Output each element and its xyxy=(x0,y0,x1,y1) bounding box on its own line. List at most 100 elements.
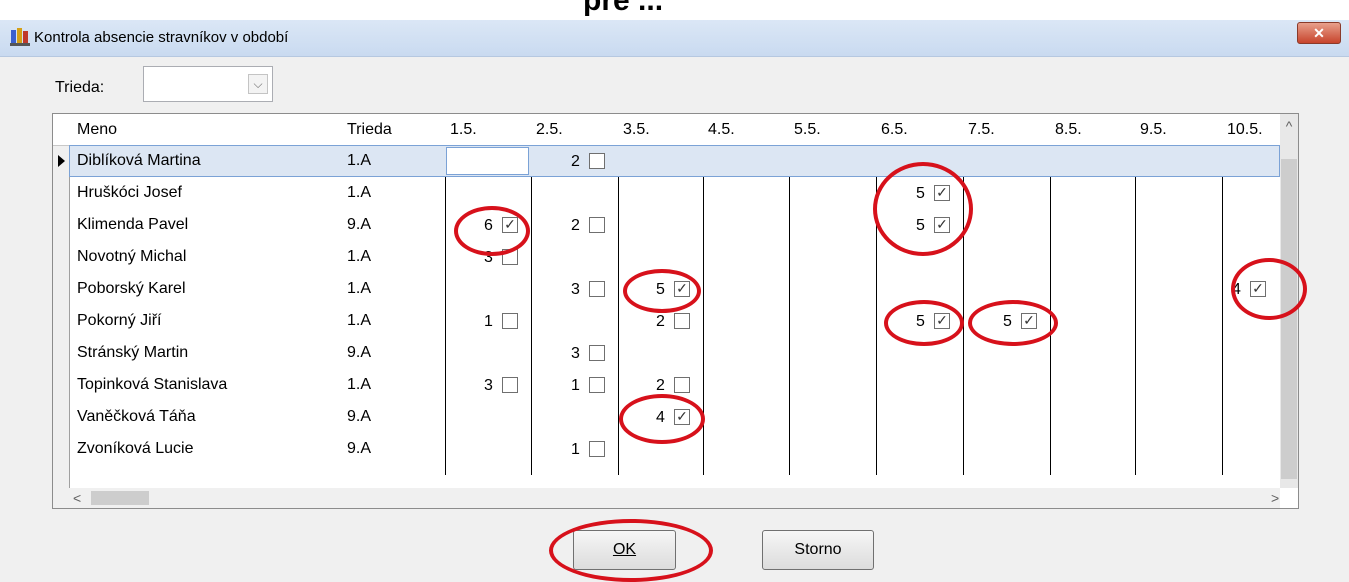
checkbox-unchecked[interactable] xyxy=(674,377,690,393)
table-row[interactable] xyxy=(69,145,1280,177)
cell-meno[interactable]: Hruškóci Josef xyxy=(73,177,182,209)
vertical-scrollbar[interactable]: ^ xyxy=(1280,114,1298,488)
absence-count: 3 xyxy=(571,345,580,362)
absence-grid[interactable]: ^ < > Meno Trieda 1.5. 2.5. 3.5. 4.5. 5.5. 6.5.… xyxy=(52,113,1299,509)
trieda-label: Trieda: xyxy=(55,79,105,96)
absence-count: 5 xyxy=(916,217,925,234)
checkbox-checked[interactable]: ✓ xyxy=(1021,313,1037,329)
window-title: Kontrola absencie stravníkov v období xyxy=(34,29,289,46)
cell-trieda[interactable]: 9.A xyxy=(343,209,371,241)
cell-trieda[interactable]: 1.A xyxy=(343,273,371,305)
column-header[interactable]: Meno xyxy=(73,114,343,145)
vertical-scroll-thumb[interactable] xyxy=(1281,159,1297,479)
checkbox-checked[interactable]: ✓ xyxy=(934,313,950,329)
checkbox-checked[interactable]: ✓ xyxy=(934,217,950,233)
cropped-heading: pre ... xyxy=(0,0,1349,20)
absence-count: 5 xyxy=(916,313,925,330)
horizontal-scroll-thumb[interactable] xyxy=(91,491,149,505)
cell-meno[interactable]: Pokorný Jiří xyxy=(73,305,161,337)
column-header[interactable]: 2.5. xyxy=(532,114,619,145)
column-header[interactable]: 9.5. xyxy=(1136,114,1223,145)
cell-trieda[interactable]: 1.A xyxy=(343,177,371,209)
checkbox-checked[interactable]: ✓ xyxy=(502,217,518,233)
absence-count: 5 xyxy=(656,281,665,298)
column-header[interactable]: 4.5. xyxy=(704,114,790,145)
current-row-icon xyxy=(58,155,65,167)
trieda-select[interactable]: ⌵ xyxy=(143,66,273,102)
cell-meno[interactable]: Diblíková Martina xyxy=(73,145,201,177)
column-header[interactable]: 10.5. xyxy=(1223,114,1280,145)
chevron-right-icon[interactable]: > xyxy=(1271,488,1279,508)
checkbox-unchecked[interactable] xyxy=(674,313,690,329)
dialog-window: Kontrola absencie stravníkov v období ✕ … xyxy=(0,20,1349,582)
absence-count: 4 xyxy=(656,409,665,426)
checkbox-unchecked[interactable] xyxy=(589,217,605,233)
row-indicator-column xyxy=(53,114,70,508)
chevron-down-icon[interactable]: ⌵ xyxy=(248,74,268,94)
checkbox-checked[interactable]: ✓ xyxy=(674,281,690,297)
table-row[interactable] xyxy=(69,209,1280,241)
table-row[interactable] xyxy=(69,433,1280,465)
chevron-left-icon[interactable]: < xyxy=(73,488,81,508)
cell-meno[interactable]: Topinková Stanislava xyxy=(73,369,227,401)
cell-trieda[interactable]: 1.A xyxy=(343,145,371,177)
absence-count: 2 xyxy=(656,377,665,394)
absence-count: 5 xyxy=(916,185,925,202)
ok-label: OK xyxy=(612,541,637,558)
absence-count: 3 xyxy=(571,281,580,298)
storno-button[interactable]: Storno xyxy=(762,530,874,570)
cell-trieda[interactable]: 1.A xyxy=(343,305,371,337)
column-header[interactable]: 8.5. xyxy=(1051,114,1136,145)
app-icon xyxy=(10,28,30,46)
table-row[interactable] xyxy=(69,177,1280,209)
checkbox-unchecked[interactable] xyxy=(589,377,605,393)
column-header[interactable]: 5.5. xyxy=(790,114,877,145)
absence-count: 1 xyxy=(484,313,493,330)
table-row[interactable] xyxy=(69,337,1280,369)
cell-trieda[interactable]: 1.A xyxy=(343,241,371,273)
horizontal-scrollbar[interactable]: < > xyxy=(69,488,1280,508)
column-header[interactable]: Trieda xyxy=(343,114,446,145)
table-row[interactable] xyxy=(69,241,1280,273)
cell-trieda[interactable]: 9.A xyxy=(343,401,371,433)
column-header[interactable]: 3.5. xyxy=(619,114,704,145)
absence-count: 2 xyxy=(571,217,580,234)
title-bar: Kontrola absencie stravníkov v období ✕ xyxy=(0,20,1349,57)
chevron-up-icon[interactable]: ^ xyxy=(1280,118,1298,140)
cell-trieda[interactable]: 9.A xyxy=(343,337,371,369)
close-button[interactable]: ✕ xyxy=(1297,22,1341,44)
column-header[interactable]: 6.5. xyxy=(877,114,964,145)
column-header[interactable]: 1.5. xyxy=(446,114,532,145)
cell-meno[interactable]: Klimenda Pavel xyxy=(73,209,188,241)
absence-count: 1 xyxy=(571,377,580,394)
absence-count: 6 xyxy=(484,217,493,234)
cell-trieda[interactable]: 1.A xyxy=(343,369,371,401)
cell-meno[interactable]: Stránský Martin xyxy=(73,337,188,369)
storno-label: Storno xyxy=(794,541,842,558)
absence-count: 1 xyxy=(571,441,580,458)
cell-trieda[interactable]: 9.A xyxy=(343,433,371,465)
column-header[interactable]: 7.5. xyxy=(964,114,1051,145)
checkbox-checked[interactable]: ✓ xyxy=(674,409,690,425)
checkbox-checked[interactable]: ✓ xyxy=(934,185,950,201)
checkbox-unchecked[interactable] xyxy=(502,377,518,393)
checkbox-unchecked[interactable] xyxy=(589,441,605,457)
active-cell-editor[interactable] xyxy=(446,147,529,175)
checkbox-unchecked[interactable] xyxy=(589,153,605,169)
cell-meno[interactable]: Poborský Karel xyxy=(73,273,186,305)
checkbox-unchecked[interactable] xyxy=(502,313,518,329)
absence-count: 3 xyxy=(484,377,493,394)
absence-count: 3 xyxy=(484,249,493,266)
cell-meno[interactable]: Vaněčková Táňa xyxy=(73,401,196,433)
checkbox-unchecked[interactable] xyxy=(589,281,605,297)
absence-count: 4 xyxy=(1232,281,1241,298)
checkbox-unchecked[interactable] xyxy=(502,249,518,265)
absence-count: 2 xyxy=(656,313,665,330)
absence-count: 2 xyxy=(571,153,580,170)
cell-meno[interactable]: Zvoníková Lucie xyxy=(73,433,194,465)
checkbox-checked[interactable]: ✓ xyxy=(1250,281,1266,297)
checkbox-unchecked[interactable] xyxy=(589,345,605,361)
absence-count: 5 xyxy=(1003,313,1012,330)
ok-button[interactable]: OK xyxy=(573,530,676,570)
cell-meno[interactable]: Novotný Michal xyxy=(73,241,186,273)
